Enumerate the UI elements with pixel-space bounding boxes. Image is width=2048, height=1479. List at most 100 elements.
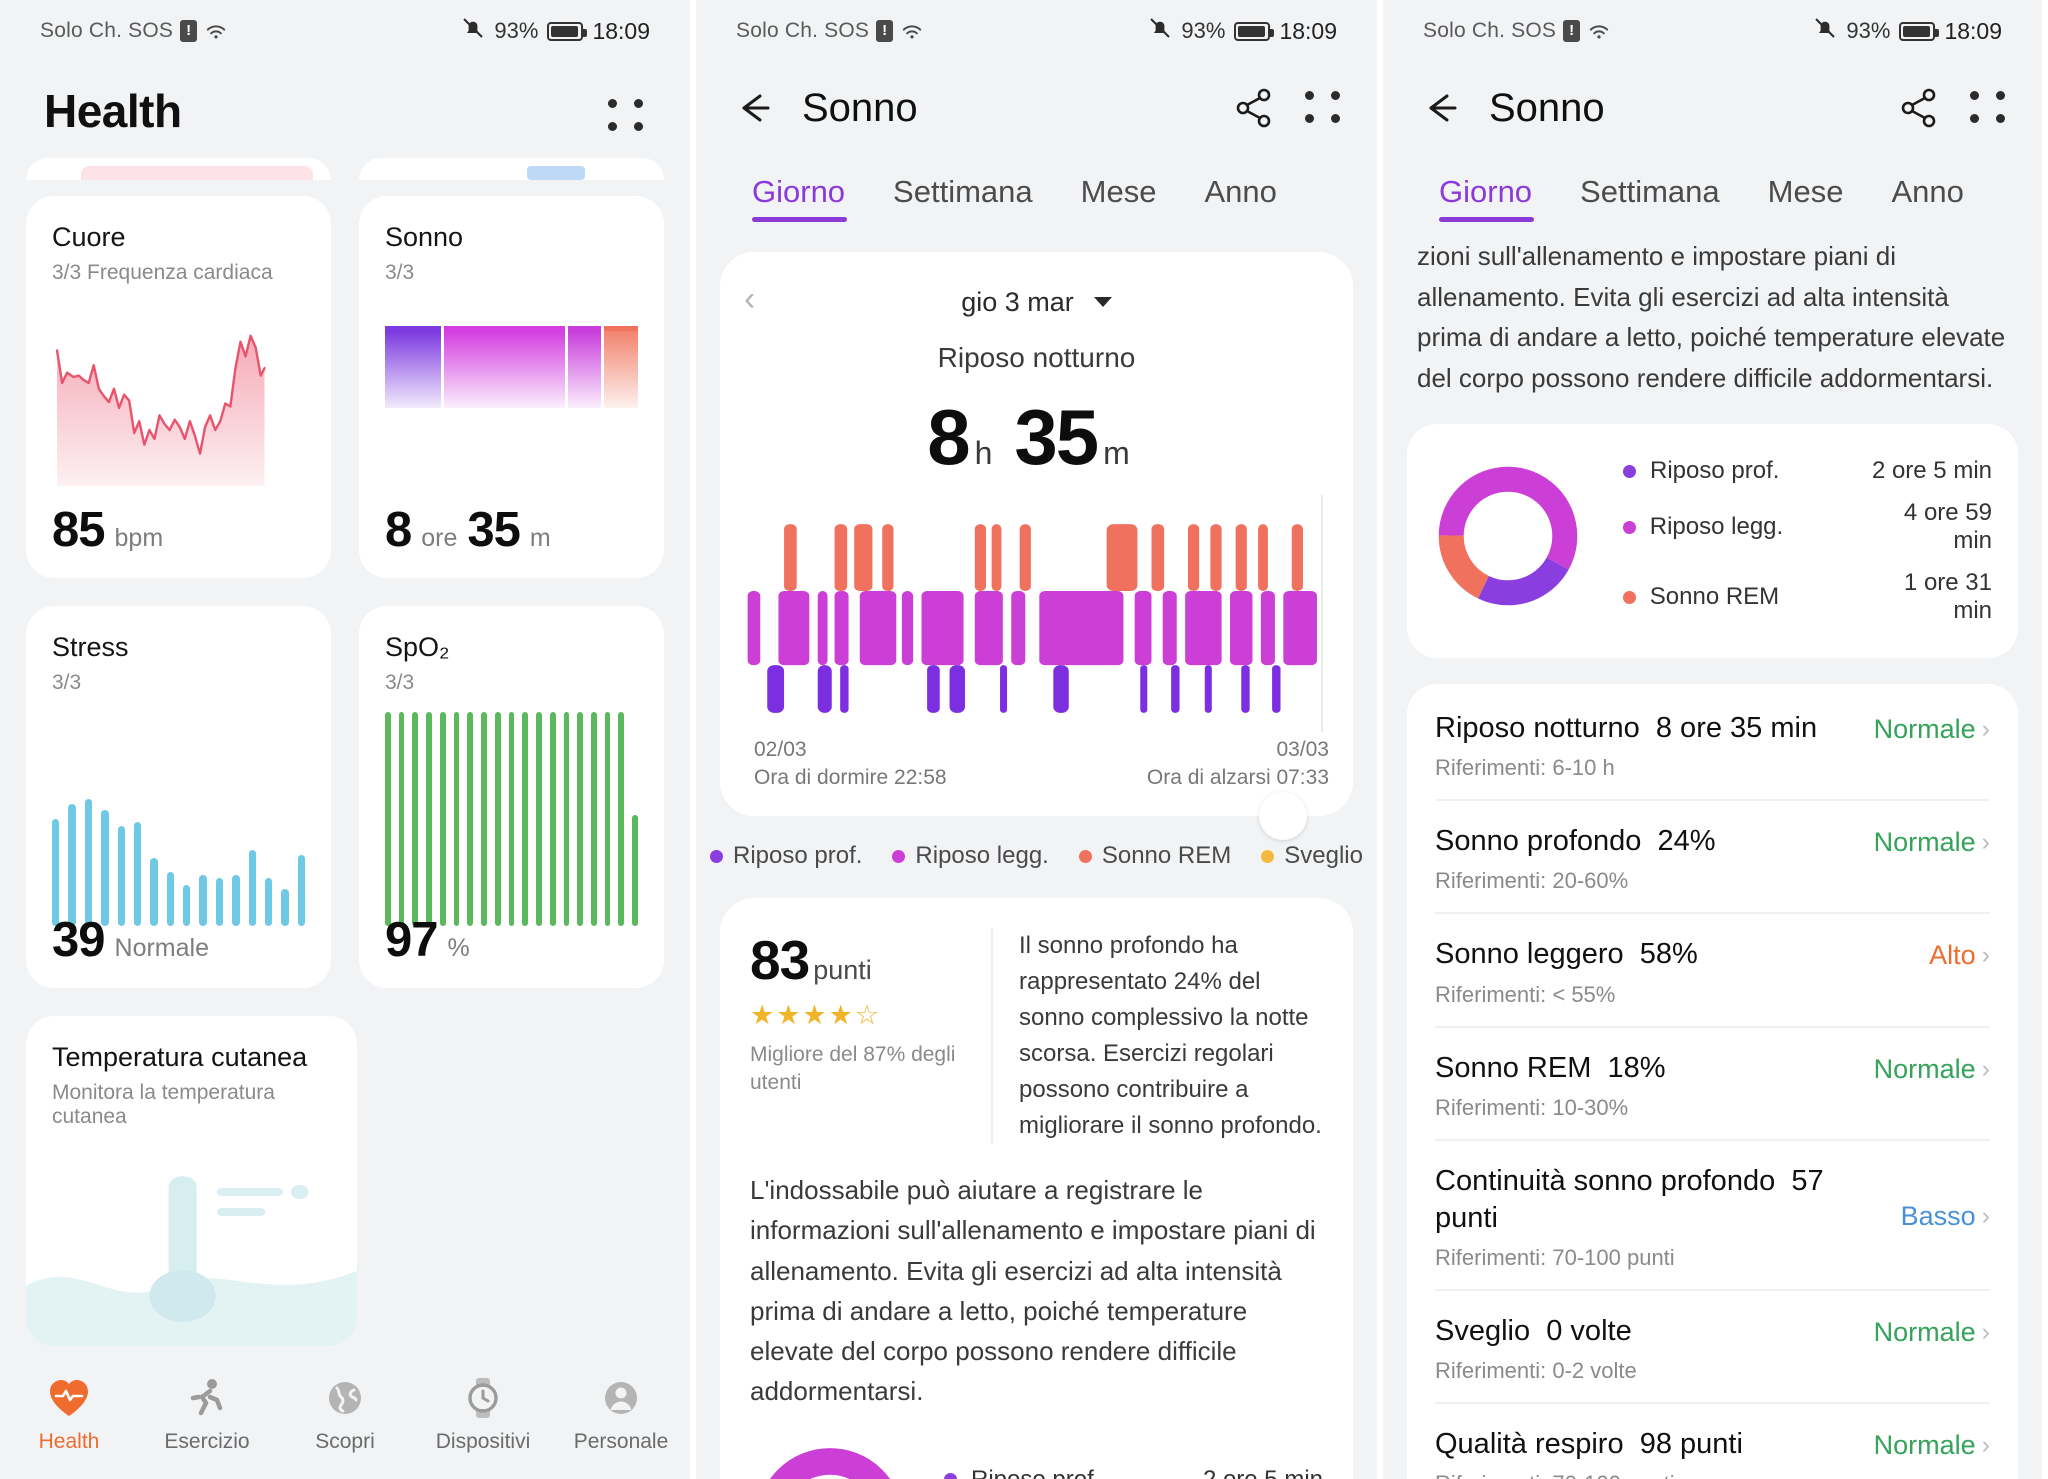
arrow-left-icon[interactable]	[730, 85, 776, 131]
metric-row-sonno-leggero[interactable]: Sonno leggero 58% Riferimenti: < 55% Alt…	[1435, 914, 1990, 1028]
metric-row-riposo-notturno[interactable]: Riposo notturno 8 ore 35 min Riferimenti…	[1435, 688, 1990, 802]
top-bar-3: Sonno	[1383, 62, 2042, 154]
chevron-left-icon[interactable]: ‹	[744, 282, 755, 316]
share-icon[interactable]	[1231, 85, 1277, 131]
card-cuore[interactable]: Cuore 3/3 Frequenza cardiaca 85 bpm	[26, 196, 331, 578]
tab-giorno[interactable]: Giorno	[1417, 168, 1556, 222]
nav-item-health[interactable]: Health	[0, 1375, 138, 1454]
nav-item-esercizio[interactable]: Esercizio	[138, 1375, 276, 1454]
metric-value: 98 punti	[1639, 1427, 1743, 1460]
sleep-summary-card: ‹ gio 3 mar Riposo notturno 8 h 35 m 02/…	[720, 252, 1353, 840]
drag-handle[interactable]	[1259, 792, 1307, 840]
carrier-label: Solo Ch. SOS	[736, 19, 870, 42]
person-icon	[598, 1375, 644, 1421]
grid-dots-icon[interactable]	[1303, 88, 1343, 128]
card-temperatura-cutanea[interactable]: Temperatura cutanea Monitora la temperat…	[26, 1016, 357, 1346]
chevron-right-icon: ›	[1981, 715, 1990, 744]
metric-name: Sonno leggero	[1435, 938, 1624, 971]
sleep-donut-legend: Riposo prof.2 ore 5 min Riposo legg.4 or…	[944, 1459, 1323, 1479]
metric-row-qualita-respiro[interactable]: Qualità respiro 98 punti Riferimenti: 70…	[1435, 1404, 1990, 1479]
status-bar-3: Solo Ch. SOS 93% 18:09	[1383, 0, 2042, 62]
duration-minutes-unit: m	[1103, 435, 1130, 471]
chevron-right-icon: ›	[1981, 941, 1990, 970]
card-value: 8	[385, 503, 412, 557]
metric-row-sonno-profondo[interactable]: Sonno profondo 24% Riferimenti: 20-60% N…	[1435, 801, 1990, 915]
status-badge: Alto	[1929, 940, 1976, 971]
hypnogram-chart[interactable]	[742, 495, 1331, 732]
page-title: Sonno	[802, 85, 918, 130]
tab-mese[interactable]: Mese	[1057, 168, 1181, 222]
card-unit: bpm	[114, 524, 164, 552]
card-subtitle: 3/3	[385, 261, 415, 284]
grid-dots-icon[interactable]	[1968, 88, 2008, 128]
sleep-start-block: 02/03 Ora di dormire 22:58	[754, 736, 947, 793]
card-title: Sonno	[385, 222, 464, 252]
card-spo2[interactable]: SpO₂ 3/3 97 %	[359, 606, 664, 988]
page-title: Sonno	[1489, 85, 1605, 130]
tab-mese[interactable]: Mese	[1744, 168, 1868, 222]
bell-muted-icon	[1813, 16, 1837, 46]
status-badge: Normale	[1873, 1053, 1976, 1084]
arrow-left-icon[interactable]	[1417, 85, 1463, 131]
tabs-2: Giorno Settimana Mese Anno	[696, 154, 1377, 222]
donut-row: Riposo prof.2 ore 5 min	[944, 1459, 1323, 1479]
sleep-donut-chart	[1433, 461, 1593, 621]
score-note: Il sonno profondo ha rappresentato 24% d…	[991, 928, 1323, 1144]
metric-value: 18%	[1607, 1051, 1666, 1084]
metric-value: 0 volte	[1546, 1314, 1632, 1347]
tab-settimana[interactable]: Settimana	[869, 168, 1057, 222]
nav-label: Dispositivi	[435, 1429, 531, 1453]
metric-name: Qualità respiro	[1435, 1427, 1624, 1460]
date-label[interactable]: gio 3 mar	[961, 287, 1074, 318]
card-sonno[interactable]: Sonno 3/3 8 ore 35 m	[359, 196, 664, 578]
sleep-metrics-list: Riposo notturno 8 ore 35 min Riferimenti…	[1407, 684, 2018, 1479]
duration-minutes: 35	[1014, 393, 1099, 481]
card-value-group: 39 Normale	[52, 912, 209, 968]
status-badge: Normale	[1873, 714, 1976, 745]
sleep-time-range: 02/03 Ora di dormire 22:58 03/03 Ora di …	[720, 736, 1353, 840]
card-unit: %	[447, 934, 470, 962]
duration-hours: 8	[927, 393, 970, 481]
status-badge: Basso	[1900, 1200, 1976, 1231]
nav-item-scopri[interactable]: Scopri	[276, 1375, 414, 1454]
legend-item-sveglio: Sveglio	[1261, 842, 1363, 870]
metric-reference: Riferimenti: 70-100 punti	[1435, 1244, 1675, 1270]
sleep-end-block: 03/03 Ora di alzarsi 07:33	[1147, 736, 1329, 793]
nav-label: Esercizio	[164, 1429, 250, 1453]
cards-peek	[0, 158, 690, 180]
tab-settimana[interactable]: Settimana	[1556, 168, 1744, 222]
grid-dots-icon[interactable]	[606, 96, 646, 136]
metric-row-continuita-sonno-profondo[interactable]: Continuità sonno profondo 57 punti Rifer…	[1435, 1141, 1990, 1291]
watch-icon	[460, 1375, 506, 1421]
sleep-end-time: Ora di alzarsi 07:33	[1146, 766, 1329, 790]
sleep-bar-chart	[385, 326, 638, 408]
metric-row-sveglio[interactable]: Sveglio 0 volte Riferimenti: 0-2 volte N…	[1435, 1291, 1990, 1404]
tab-anno[interactable]: Anno	[1867, 168, 1987, 222]
battery-percent: 93%	[1846, 18, 1891, 43]
clock-label: 18:09	[592, 17, 650, 44]
status-bar-1: Solo Ch. SOS 93% 18:09	[0, 0, 690, 62]
card-value-group: 8 ore 35 m	[385, 502, 551, 558]
card-value-group: 97 %	[385, 912, 470, 968]
bell-muted-icon	[461, 16, 485, 46]
battery-icon	[547, 21, 588, 41]
metric-value: 58%	[1639, 938, 1698, 971]
metric-reference: Riferimenti: 10-30%	[1435, 1094, 1629, 1120]
status-badge: Normale	[1873, 1316, 1976, 1347]
caret-down-icon[interactable]	[1093, 297, 1112, 307]
tab-anno[interactable]: Anno	[1180, 168, 1300, 222]
wifi-icon	[900, 22, 924, 40]
nav-item-personale[interactable]: Personale	[552, 1375, 690, 1454]
share-icon[interactable]	[1896, 85, 1942, 131]
nav-item-dispositivi[interactable]: Dispositivi	[414, 1375, 552, 1454]
metric-row-sonno-rem[interactable]: Sonno REM 18% Riferimenti: 10-30% Normal…	[1435, 1028, 1990, 1141]
metric-reference: Riferimenti: 6-10 h	[1435, 755, 1615, 781]
metric-name: Riposo notturno	[1435, 712, 1640, 745]
advice-paragraph: L'indossabile può aiutare a registrare l…	[750, 1175, 1316, 1407]
sleep-end-date: 03/03	[1276, 738, 1329, 761]
card-title: Stress	[52, 632, 129, 662]
tab-giorno[interactable]: Giorno	[730, 168, 869, 222]
donut-row: Sonno REM 1 ore 31 min	[1623, 562, 1992, 632]
battery-percent: 93%	[1181, 18, 1226, 43]
card-stress[interactable]: Stress 3/3 39 Normale	[26, 606, 331, 988]
